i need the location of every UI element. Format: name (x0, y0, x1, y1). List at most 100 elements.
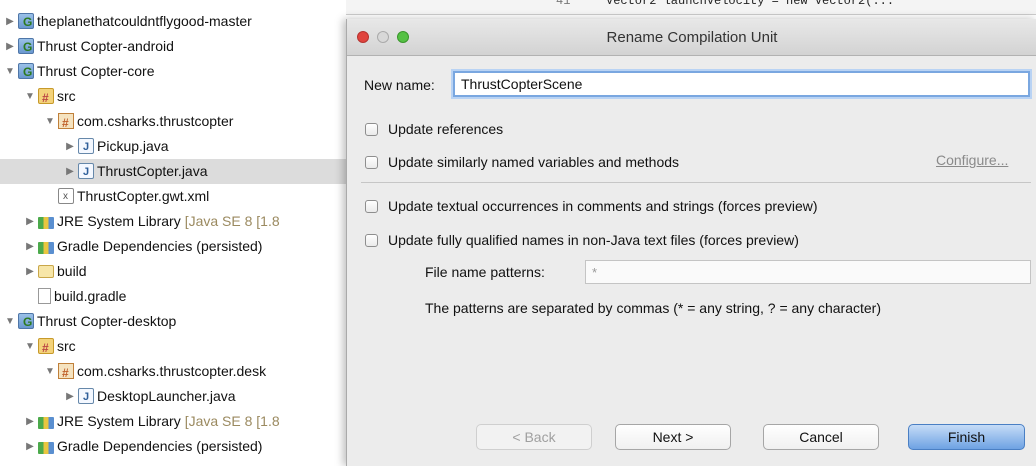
collapsed-chevron-icon[interactable]: ▶ (64, 159, 76, 184)
tree-row[interactable]: ▼ Thrust Copter-desktop (0, 309, 346, 334)
update-similar-checkbox[interactable] (365, 155, 378, 169)
tree-indent: ▼ (0, 84, 36, 109)
tree-indent: ▶ (0, 209, 36, 234)
tree-indent: ▼ (0, 359, 56, 384)
source-folder-icon (38, 336, 54, 359)
tree-indent: ▼ (0, 334, 36, 359)
library-icon (38, 242, 54, 255)
update-references-label[interactable]: Update references (388, 121, 503, 137)
library-icon (38, 217, 54, 230)
tree-row[interactable]: ▶ JRE System Library [Java SE 8 [1.8 (0, 409, 346, 434)
finish-button[interactable]: Finish (908, 424, 1025, 450)
configure-link[interactable]: Configure... (936, 152, 1008, 168)
tree-row[interactable]: build.gradle (0, 284, 346, 309)
file-name-patterns-input[interactable] (585, 260, 1031, 284)
collapsed-chevron-icon[interactable]: ▶ (24, 434, 36, 459)
update-qualified-checkbox[interactable] (365, 233, 378, 247)
tree-row-label: com.csharks.thrustcopter (77, 113, 234, 129)
tree-row-decoration: [Java SE 8 [1.8 (184, 413, 280, 429)
tree-row[interactable]: ▶ Gradle Dependencies (persisted) (0, 434, 346, 459)
editor-strip: 41 Vector2 launchVelocity = new Vector2(… (346, 0, 1036, 15)
package-icon (58, 361, 74, 384)
tree-row[interactable]: ▼ Thrust Copter-core (0, 59, 346, 84)
tree-row[interactable]: ▼ com.csharks.thrustcopter.desk (0, 359, 346, 384)
tree-row[interactable]: ▶ Thrust Copter-android (0, 34, 346, 59)
tree-row-label: Thrust Copter-core (37, 63, 155, 79)
tree-row[interactable]: ▼ com.csharks.thrustcopter (0, 109, 346, 134)
tree-row-label: Pickup.java (97, 138, 169, 154)
update-similar-option[interactable]: Update similarly named variables and met… (365, 152, 679, 172)
tree-row-label: ThrustCopter.java (97, 163, 208, 179)
project-icon (18, 35, 34, 59)
folder-icon (38, 264, 54, 278)
collapsed-chevron-icon[interactable]: ▶ (24, 259, 36, 284)
tree-row-label: build (57, 263, 87, 279)
tree-row-label: Thrust Copter-desktop (37, 313, 177, 329)
expanded-chevron-icon[interactable]: ▼ (44, 109, 56, 134)
update-qualified-option[interactable]: Update fully qualified names in non-Java… (365, 230, 799, 250)
tree-row-label: theplanethatcouldntflygood-master (37, 13, 252, 29)
collapsed-chevron-icon[interactable]: ▶ (24, 409, 36, 434)
expanded-chevron-icon[interactable]: ▼ (44, 359, 56, 384)
editor-code-line: Vector2 launchVelocity = new Vector2(... (606, 0, 895, 8)
tree-row-label: Gradle Dependencies (persisted) (57, 438, 263, 454)
dialog-titlebar[interactable]: Rename Compilation Unit (347, 19, 1036, 56)
tree-row[interactable]: ▶ build (0, 259, 346, 284)
tree-row[interactable]: ▶ JRE System Library [Java SE 8 [1.8 (0, 209, 346, 234)
project-explorer-tree: ▶theplanethatcouldntflygood-master▶Thrus… (0, 0, 346, 466)
source-folder-icon (38, 86, 54, 109)
collapsed-chevron-icon[interactable]: ▶ (24, 234, 36, 259)
tree-indent: ▼ (0, 309, 16, 334)
library-icon (38, 442, 54, 455)
tree-row[interactable]: ▶ ThrustCopter.java (0, 159, 346, 184)
collapsed-chevron-icon[interactable]: ▶ (4, 9, 16, 34)
back-button[interactable]: < Back (476, 424, 592, 450)
tree-row-label: src (57, 338, 76, 354)
expanded-chevron-icon[interactable]: ▼ (24, 334, 36, 359)
tree-indent: ▶ (0, 159, 76, 184)
collapsed-chevron-icon[interactable]: ▶ (24, 209, 36, 234)
tree-indent: ▶ (0, 9, 16, 34)
dialog-title: Rename Compilation Unit (606, 29, 778, 46)
tree-row-label: Thrust Copter-android (37, 38, 174, 54)
file-icon (38, 288, 51, 305)
update-textual-checkbox[interactable] (365, 199, 378, 213)
collapsed-chevron-icon[interactable]: ▶ (64, 134, 76, 159)
expanded-chevron-icon[interactable]: ▼ (24, 84, 36, 109)
update-similar-label[interactable]: Update similarly named variables and met… (388, 154, 679, 170)
update-references-option[interactable]: Update references (365, 119, 503, 139)
xml-file-icon (58, 184, 74, 209)
update-qualified-label[interactable]: Update fully qualified names in non-Java… (388, 232, 799, 248)
tree-row[interactable]: ▼ src (0, 84, 346, 109)
tree-indent: ▶ (0, 434, 36, 459)
tree-row-decoration: [Java SE 8 [1.8 (184, 213, 280, 229)
cancel-button[interactable]: Cancel (763, 424, 879, 450)
next-button[interactable]: Next > (615, 424, 731, 450)
project-icon (18, 60, 34, 84)
java-file-icon (78, 135, 94, 159)
tree-indent: ▼ (0, 59, 16, 84)
new-name-input[interactable] (453, 71, 1030, 97)
update-textual-option[interactable]: Update textual occurrences in comments a… (365, 196, 818, 216)
tree-row-label: com.csharks.thrustcopter.desk (77, 363, 267, 379)
tree-row[interactable]: ThrustCopter.gwt.xml (0, 184, 346, 209)
tree-row[interactable]: ▼ src (0, 334, 346, 359)
expanded-chevron-icon[interactable]: ▼ (4, 59, 16, 84)
collapsed-chevron-icon[interactable]: ▶ (64, 384, 76, 409)
tree-indent: ▶ (0, 34, 16, 59)
java-file-icon (78, 160, 94, 184)
options-separator (361, 182, 1031, 183)
tree-row[interactable]: ▶ DesktopLauncher.java (0, 384, 346, 409)
tree-row[interactable]: ▶ Pickup.java (0, 134, 346, 159)
expanded-chevron-icon[interactable]: ▼ (4, 309, 16, 334)
rename-dialog: Rename Compilation Unit New name: Update… (346, 19, 1036, 466)
tree-row[interactable]: ▶ Gradle Dependencies (persisted) (0, 234, 346, 259)
update-textual-label[interactable]: Update textual occurrences in comments a… (388, 198, 818, 214)
tree-row[interactable]: ▶ theplanethatcouldntflygood-master (0, 9, 346, 34)
library-icon (38, 417, 54, 430)
collapsed-chevron-icon[interactable]: ▶ (4, 34, 16, 59)
tree-indent: ▼ (0, 109, 56, 134)
tree-row-label: ThrustCopter.gwt.xml (77, 188, 210, 204)
update-references-checkbox[interactable] (365, 122, 378, 136)
